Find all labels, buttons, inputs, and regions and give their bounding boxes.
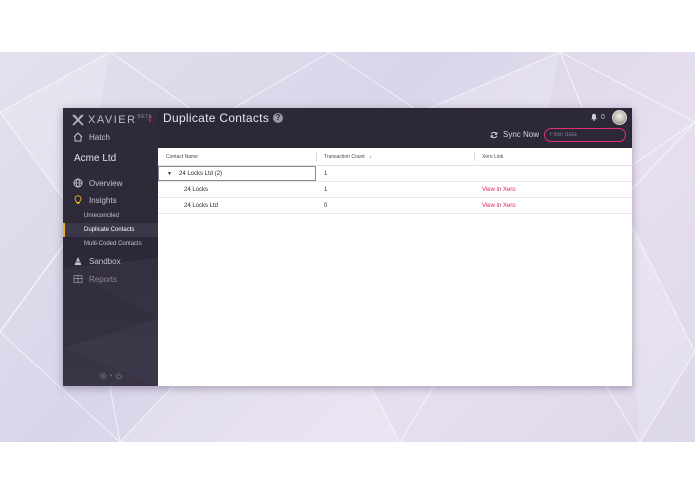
sidebar: XAVIER BETA ‹ Hatch Acme Ltd Overview In… <box>63 108 158 386</box>
organisation-name[interactable]: Acme Ltd <box>74 153 116 164</box>
app-window: XAVIER BETA ‹ Hatch Acme Ltd Overview In… <box>63 108 632 386</box>
sidebar-item-label: Hatch <box>89 132 110 142</box>
contact-name: 24 Locks Ltd <box>184 203 219 209</box>
group-name: 24 Locks Ltd (2) <box>179 171 223 177</box>
column-divider[interactable] <box>474 152 475 161</box>
sidebar-item-overview[interactable]: Overview <box>73 178 122 188</box>
main-content: Contact Name Transaction Count ↓ Xero Li… <box>158 148 632 386</box>
xavier-logo-icon <box>72 114 84 126</box>
table-header: Contact Name Transaction Count ↓ Xero Li… <box>158 148 632 166</box>
refresh-icon <box>490 131 498 138</box>
sort-arrow-icon: ↓ <box>369 154 372 160</box>
power-icon[interactable] <box>115 372 123 380</box>
brand-name: XAVIER <box>88 114 137 126</box>
transaction-count: 1 <box>324 187 328 193</box>
avatar[interactable] <box>612 110 627 125</box>
sync-now-label: Sync Now <box>503 130 540 139</box>
table-row[interactable]: 24 Locks 1 View in Xero <box>158 182 632 198</box>
table-icon <box>73 275 83 283</box>
caret-down-icon[interactable]: ▼ <box>167 171 172 177</box>
notification-count: 0 <box>601 113 605 121</box>
sidebar-item-reports[interactable]: Reports <box>73 274 117 284</box>
table-group-row[interactable]: ▼ 24 Locks Ltd (2) 1 <box>158 166 632 182</box>
sidebar-item-label: Overview <box>89 178 123 188</box>
view-in-xero-link[interactable]: View in Xero <box>482 203 516 209</box>
sidebar-item-sandbox[interactable]: Sandbox <box>73 256 121 266</box>
brand[interactable]: XAVIER BETA <box>72 112 152 128</box>
sidebar-item-label: Reports <box>89 274 118 284</box>
column-header-label: Transaction Count <box>324 154 365 160</box>
sidebar-item-label: Sandbox <box>89 256 121 266</box>
gear-icon[interactable] <box>99 372 107 380</box>
group-transaction-count: 1 <box>324 171 328 177</box>
view-in-xero-link[interactable]: View in Xero <box>482 187 516 193</box>
sidebar-item-insights[interactable]: Insights <box>73 195 117 205</box>
lightbulb-icon <box>74 195 82 205</box>
sidebar-subitem-unreconciled[interactable]: Unreconciled <box>63 209 158 223</box>
transaction-count: 0 <box>324 203 328 209</box>
column-header-transaction-count[interactable]: Transaction Count ↓ <box>324 154 372 160</box>
sandbox-icon <box>74 257 82 265</box>
notifications-button[interactable]: 0 <box>590 113 605 121</box>
column-divider[interactable] <box>316 152 317 161</box>
home-icon <box>73 132 83 142</box>
sync-now-button[interactable]: Sync Now <box>490 130 539 139</box>
help-icon[interactable]: ? <box>273 113 284 123</box>
page-title: Duplicate Contacts ? <box>163 111 284 125</box>
collapse-sidebar-button[interactable]: ‹ <box>148 112 152 126</box>
globe-icon <box>73 178 83 188</box>
page-title-text: Duplicate Contacts <box>163 111 270 125</box>
column-header-contact-name[interactable]: Contact Name <box>166 154 198 160</box>
filter-data-input[interactable] <box>544 128 626 142</box>
table-row[interactable]: 24 Locks Ltd 0 View in Xero <box>158 198 632 214</box>
column-header-xero-link[interactable]: Xero Link <box>482 154 503 160</box>
bell-icon <box>591 113 597 121</box>
separator-dot-icon: • <box>110 372 113 380</box>
sidebar-subitem-multi-coded-contacts[interactable]: Multi-Coded Contacts <box>63 237 158 251</box>
sidebar-subitem-duplicate-contacts[interactable]: Duplicate Contacts <box>63 223 158 237</box>
sidebar-footer: • <box>99 372 123 380</box>
sidebar-item-hatch[interactable]: Hatch <box>73 132 110 142</box>
top-bar: Duplicate Contacts ? 0 Sync Now <box>158 108 632 148</box>
contact-name: 24 Locks <box>184 187 209 193</box>
sidebar-item-label: Insights <box>89 195 117 205</box>
